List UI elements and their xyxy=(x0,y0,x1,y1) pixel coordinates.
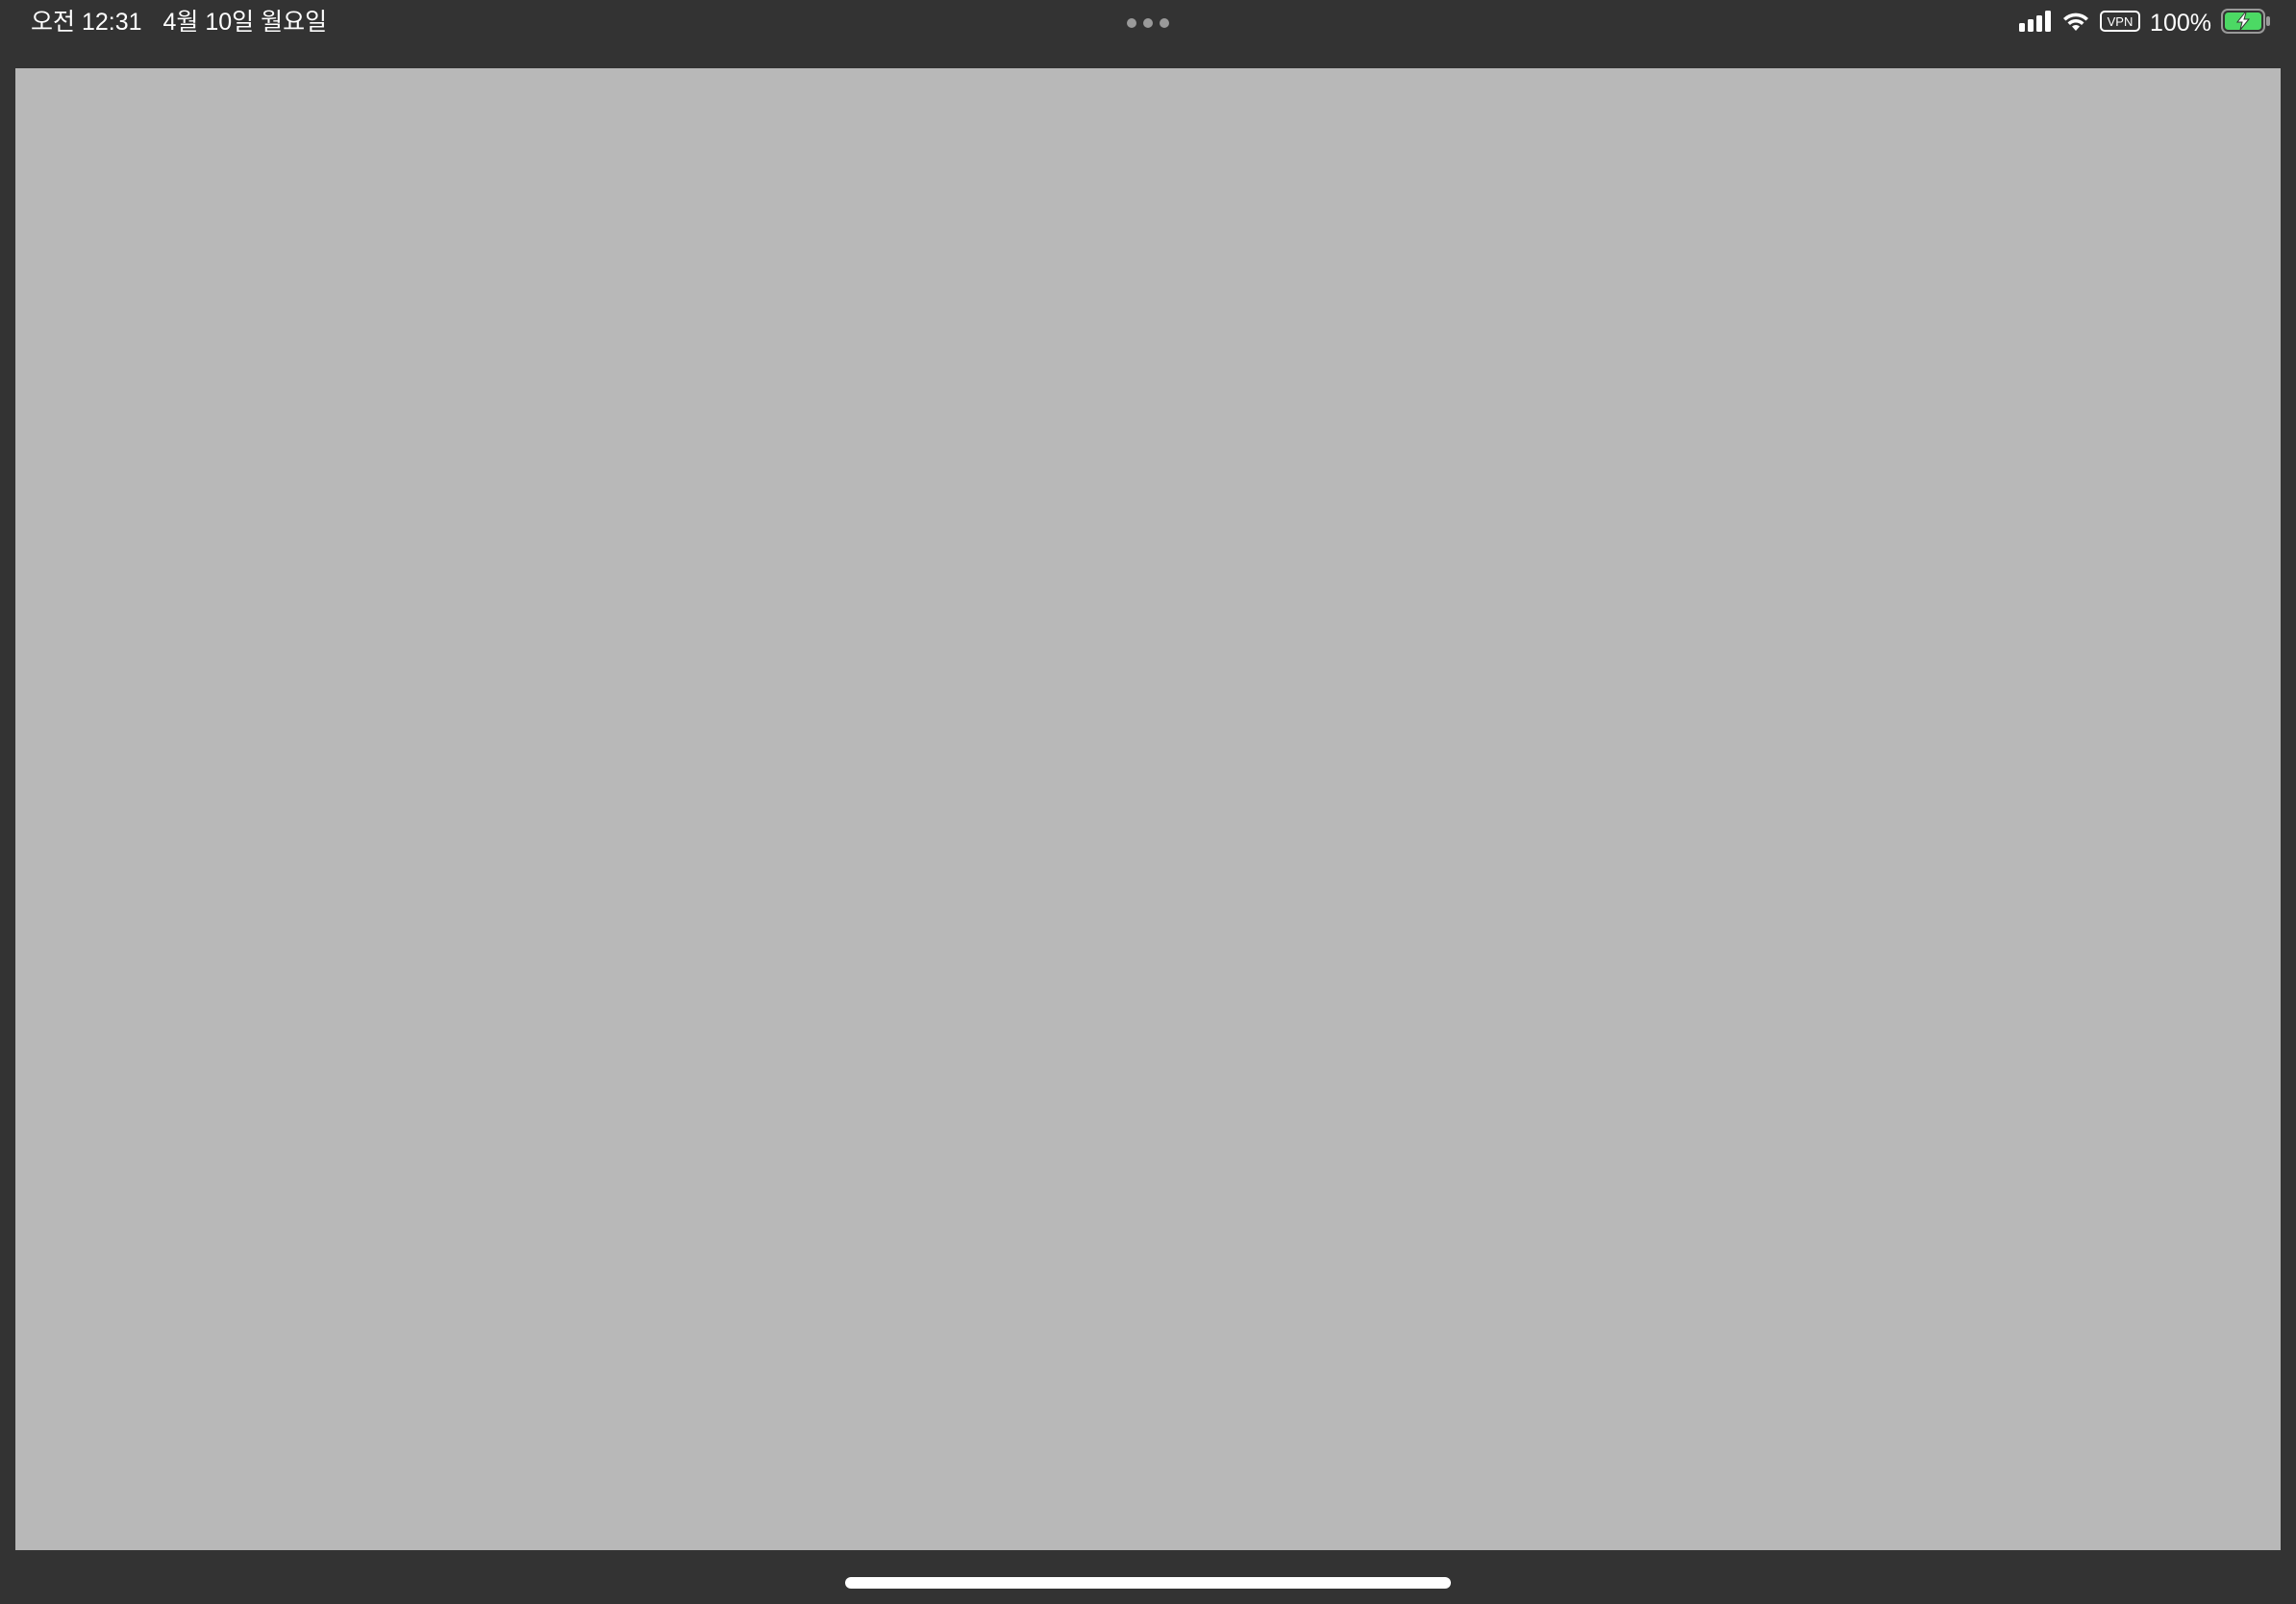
vpn-icon: VPN xyxy=(2100,10,2141,37)
ipad-screen: 오전 12:31 4월 10일 월요일 VPN 100% xyxy=(0,0,2296,1604)
multitasking-dot xyxy=(1160,17,1169,28)
home-indicator[interactable] xyxy=(845,1577,1451,1589)
battery-percent: 100% xyxy=(2150,10,2211,37)
battery-charging-icon xyxy=(2221,8,2271,38)
app-content-area[interactable] xyxy=(15,68,2281,1550)
status-left: 오전 12:31 4월 10일 월요일 xyxy=(31,6,327,38)
status-date: 4월 10일 월요일 xyxy=(162,9,328,36)
cellular-signal-icon xyxy=(2019,10,2052,37)
wifi-icon xyxy=(2061,11,2090,37)
status-bar: 오전 12:31 4월 10일 월요일 VPN 100% xyxy=(0,0,2296,46)
status-time: 오전 12:31 xyxy=(31,9,142,36)
multitasking-dot xyxy=(1127,17,1136,28)
vpn-label: VPN xyxy=(2108,14,2134,29)
multitasking-dots-icon[interactable] xyxy=(1127,17,1169,28)
multitasking-dot xyxy=(1143,17,1153,28)
status-right: VPN 100% xyxy=(2019,6,2271,40)
